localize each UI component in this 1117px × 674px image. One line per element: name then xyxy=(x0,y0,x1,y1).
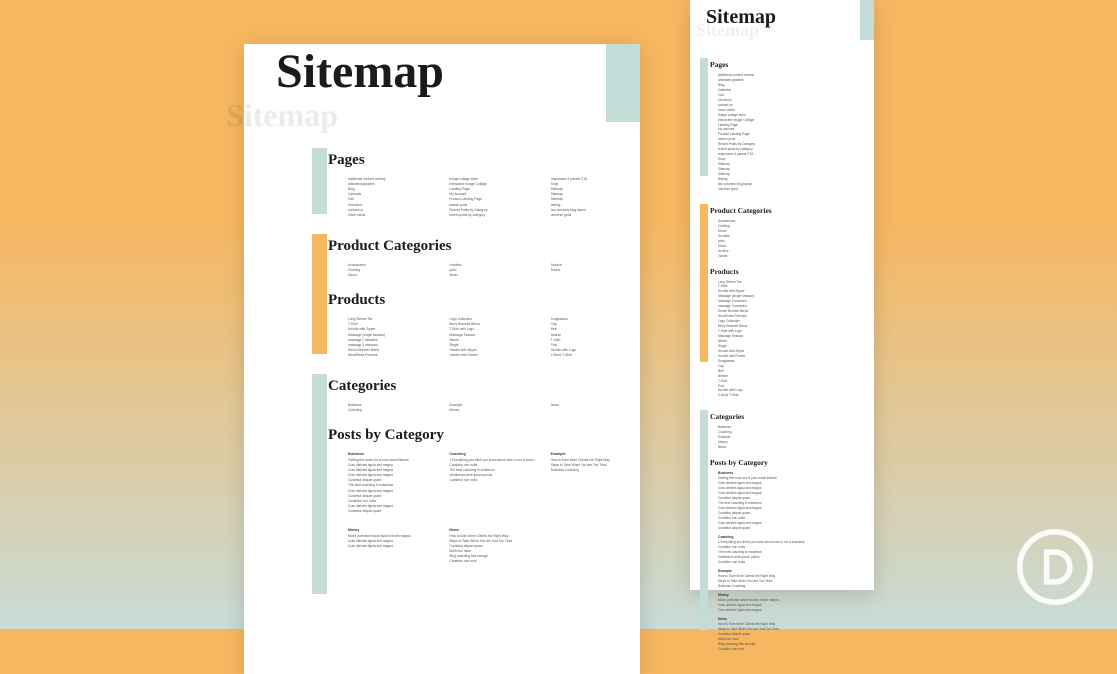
post-category-group: BusinessGetting the most out of your ema… xyxy=(718,471,874,531)
section-heading-posts-by-category: Posts by Category xyxy=(710,456,874,467)
section-heading-categories: Categories xyxy=(710,410,874,421)
products-list: Long Sleeve TeeT-ShirtHoodie with Zipper… xyxy=(718,280,874,399)
section-accent-bar xyxy=(700,204,708,362)
section-accent-bar xyxy=(312,148,327,214)
section-product-area: Product Categories AccessoriesClothingDe… xyxy=(244,234,640,358)
list-item[interactable]: V-Neck T-Shirt xyxy=(551,353,640,358)
list-item[interactable]: Coaching xyxy=(348,408,437,413)
section-accent-bar xyxy=(700,58,708,176)
section-accent-bar xyxy=(700,410,708,630)
list-item[interactable]: Curabitur aliquet quam xyxy=(348,509,437,514)
list-item[interactable]: Business Coaching xyxy=(718,584,874,589)
post-category-group: BusinessGetting the most out of your ema… xyxy=(348,452,437,514)
product-categories-columns: AccessoriesClothingDecor HoodiesyohoMusi… xyxy=(348,263,640,278)
list-item[interactable]: Curabitur aliquet quam xyxy=(718,526,874,531)
list-item[interactable]: Hoodie with Pocket xyxy=(449,353,538,358)
section-heading-posts-by-category: Posts by Category xyxy=(328,423,640,444)
hero-accent-block xyxy=(860,0,874,40)
list-item[interactable]: Curabitur non eros xyxy=(718,647,874,652)
post-category-group: Coaching1 Everything you think you know … xyxy=(449,452,538,483)
list-item[interactable]: universe guns xyxy=(718,187,874,192)
section-product-area: Product Categories AccessoriesClothingDe… xyxy=(690,204,874,399)
section-heading-pages: Pages xyxy=(710,58,874,69)
list-item[interactable]: Music xyxy=(449,273,538,278)
list-item[interactable]: hover cards xyxy=(348,213,437,218)
post-category-group: ExampleHow to Earn More Clients the Righ… xyxy=(718,569,874,589)
post-category-group: NewsHow to Earn More Clients the Right W… xyxy=(449,528,538,564)
list-item[interactable]: V-Neck T-Shirt xyxy=(718,393,874,398)
products-columns: Long Sleeve TeeT-ShirtHoodie with Zipper… xyxy=(348,317,640,358)
list-item[interactable]: News xyxy=(551,403,640,408)
section-categories-area: Categories BusinessCoachingExampleMoneyN… xyxy=(690,410,874,652)
section-heading-products: Products xyxy=(328,288,640,309)
list-item[interactable]: News xyxy=(718,445,874,450)
list-item[interactable]: Business Coaching xyxy=(551,468,640,473)
mobile-preview-card: Sitemap Sitemap Pages additional content… xyxy=(690,0,874,590)
post-category-group: NewsHow to Earn More Clients the Right W… xyxy=(718,617,874,652)
categories-list: BusinessCoachingExampleMoneyNews xyxy=(718,425,874,450)
hero-title: Sitemap xyxy=(706,6,776,29)
list-item[interactable]: Curabitur non nulla xyxy=(718,560,874,565)
section-pages: Pages additional content overlayanimated… xyxy=(244,148,640,218)
section-heading-product-categories: Product Categories xyxy=(710,204,874,215)
list-item[interactable]: Curabitur non nulla xyxy=(449,478,538,483)
list-item[interactable]: Cras ultricies ligula sed magna xyxy=(348,544,437,549)
hero-shadow-title: Sitemap xyxy=(226,97,338,134)
list-item[interactable]: WordPress Pennant xyxy=(348,353,437,358)
hero-title: Sitemap xyxy=(276,44,444,99)
hero-accent-block xyxy=(606,44,640,122)
list-item[interactable]: Tshirts xyxy=(718,254,874,259)
categories-columns: BusinessCoaching ExampleMoney News xyxy=(348,403,640,413)
post-category-group: MoneyMorbi potential neque factors morbi… xyxy=(718,593,874,613)
list-item[interactable]: recent posts by category xyxy=(449,213,538,218)
section-accent-bar xyxy=(312,374,327,594)
post-category-group: MoneyMorbi potential neque factors morbi… xyxy=(348,528,437,549)
section-heading-categories: Categories xyxy=(328,374,640,395)
section-categories-area: Categories BusinessCoaching ExampleMoney… xyxy=(244,374,640,570)
divi-logo-icon xyxy=(1015,527,1095,607)
section-heading-product-categories: Product Categories xyxy=(328,234,640,255)
pages-columns: additional content overlayanimated gradi… xyxy=(348,177,640,218)
post-category-group: Coaching1 Everything you think you know … xyxy=(718,535,874,565)
list-item[interactable]: Money xyxy=(449,408,538,413)
posts-list: BusinessGetting the most out of your ema… xyxy=(718,471,874,652)
posts-columns: BusinessGetting the most out of your ema… xyxy=(348,452,640,520)
list-item[interactable]: Curabitur non eros xyxy=(449,559,538,564)
section-heading-products: Products xyxy=(710,265,874,276)
section-pages: Pages additional content overlayanimated… xyxy=(690,58,874,192)
section-accent-bar xyxy=(312,234,327,354)
list-item[interactable]: universe guns xyxy=(551,213,640,218)
post-category-group: ExampleHow to Earn More Clients the Righ… xyxy=(551,452,640,473)
product-categories-list: AccessoriesClothingDecorHoodiesyohoMusic… xyxy=(718,219,874,259)
list-item[interactable]: Cras ultricies ligula sed magna xyxy=(718,608,874,613)
pages-list: additional content overlayanimated gradi… xyxy=(718,73,874,192)
posts-columns-row2: MoneyMorbi potential neque factors morbi… xyxy=(348,528,640,570)
list-item[interactable]: Decor xyxy=(348,273,437,278)
section-heading-pages: Pages xyxy=(328,148,640,169)
desktop-preview-card: Sitemap Sitemap Pages additional content… xyxy=(244,44,640,674)
hero: Sitemap Sitemap xyxy=(690,0,874,46)
list-item[interactable]: Tshirts xyxy=(551,268,640,273)
hero: Sitemap Sitemap xyxy=(244,44,640,132)
